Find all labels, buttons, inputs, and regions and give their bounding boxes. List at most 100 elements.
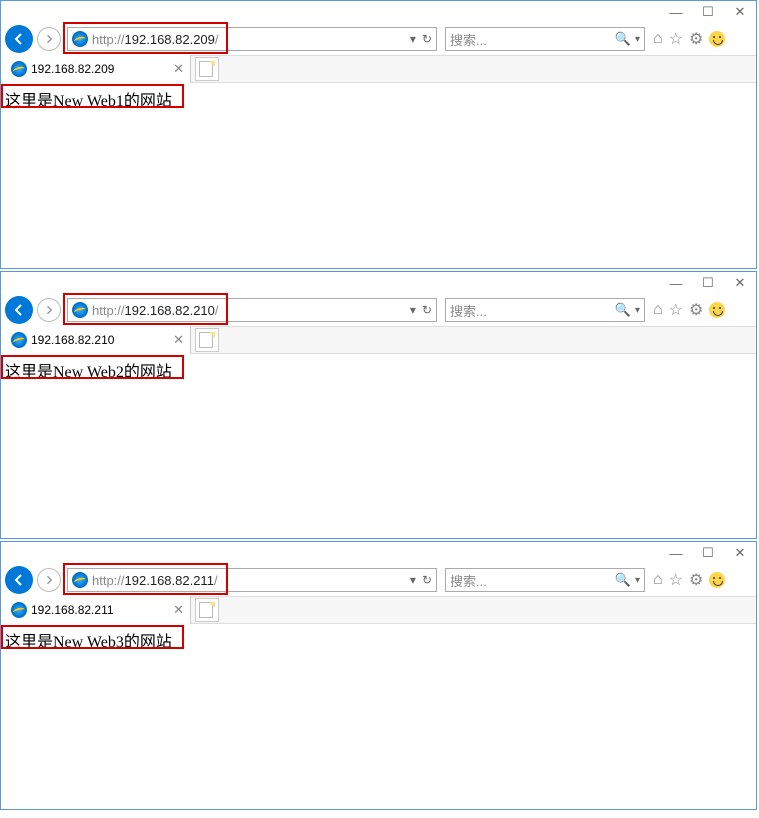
search-box[interactable]: 搜索... 🔍▾ bbox=[445, 568, 645, 592]
url-tools: ▾ ↻ bbox=[410, 303, 436, 317]
ie-icon bbox=[11, 602, 27, 618]
minimize-button[interactable]: — bbox=[660, 272, 692, 294]
maximize-button[interactable]: ☐ bbox=[692, 1, 724, 23]
favorites-icon[interactable]: ☆ bbox=[669, 29, 683, 49]
tab-close-icon[interactable]: ✕ bbox=[173, 602, 184, 618]
tab-title: 192.168.82.210 bbox=[31, 333, 114, 347]
arrow-right-icon bbox=[43, 574, 55, 586]
tab-row: 192.168.82.210 ✕ bbox=[1, 326, 756, 354]
smiley-icon[interactable] bbox=[709, 31, 725, 47]
browser-window: — ☐ ✕ http://192.168.82.209/ ▾ ↻ 搜索... 🔍… bbox=[0, 0, 757, 269]
refresh-icon[interactable]: ↻ bbox=[422, 573, 432, 587]
new-tab-button[interactable] bbox=[195, 328, 219, 352]
dropdown-icon[interactable]: ▾ bbox=[410, 573, 416, 587]
forward-button[interactable] bbox=[37, 27, 61, 51]
gear-icon[interactable]: ⚙ bbox=[689, 300, 703, 320]
arrow-right-icon bbox=[43, 304, 55, 316]
gear-icon[interactable]: ⚙ bbox=[689, 29, 703, 49]
minimize-button[interactable]: — bbox=[660, 542, 692, 564]
page-body: 这里是New Web3的网站 bbox=[1, 624, 756, 809]
search-icon[interactable]: 🔍 bbox=[615, 572, 631, 588]
arrow-right-icon bbox=[43, 33, 55, 45]
close-button[interactable]: ✕ bbox=[724, 542, 756, 564]
tab-title: 192.168.82.211 bbox=[31, 603, 114, 617]
forward-button[interactable] bbox=[37, 298, 61, 322]
ie-icon bbox=[72, 572, 88, 588]
arrow-left-icon bbox=[11, 31, 27, 47]
browser-tab[interactable]: 192.168.82.211 ✕ bbox=[1, 596, 191, 624]
address-row: http://192.168.82.210/ ▾ ↻ 搜索... 🔍▾ ⌂ ☆ … bbox=[1, 294, 756, 326]
browser-window: — ☐ ✕ http://192.168.82.211/ ▾ ↻ 搜索... 🔍… bbox=[0, 541, 757, 810]
browser-tab[interactable]: 192.168.82.209 ✕ bbox=[1, 55, 191, 83]
url-text: http://192.168.82.210/ bbox=[92, 303, 410, 318]
smiley-icon[interactable] bbox=[709, 302, 725, 318]
address-bar[interactable]: http://192.168.82.210/ ▾ ↻ bbox=[67, 298, 437, 322]
browser-tab[interactable]: 192.168.82.210 ✕ bbox=[1, 326, 191, 354]
minimize-button[interactable]: — bbox=[660, 1, 692, 23]
favorites-icon[interactable]: ☆ bbox=[669, 570, 683, 590]
address-row: http://192.168.82.209/ ▾ ↻ 搜索... 🔍▾ ⌂ ☆ … bbox=[1, 23, 756, 55]
ie-icon bbox=[72, 302, 88, 318]
ie-icon bbox=[11, 61, 27, 77]
home-icon[interactable]: ⌂ bbox=[653, 30, 663, 48]
search-tools: 🔍▾ bbox=[615, 572, 640, 588]
ie-icon bbox=[72, 31, 88, 47]
page-content-text: 这里是New Web2的网站 bbox=[5, 358, 172, 382]
page-body: 这里是New Web2的网站 bbox=[1, 354, 756, 538]
new-tab-button[interactable] bbox=[195, 598, 219, 622]
url-tools: ▾ ↻ bbox=[410, 32, 436, 46]
close-button[interactable]: ✕ bbox=[724, 1, 756, 23]
search-tools: 🔍▾ bbox=[615, 302, 640, 318]
search-placeholder: 搜索... bbox=[450, 30, 487, 49]
search-dropdown-icon[interactable]: ▾ bbox=[635, 305, 640, 316]
address-bar[interactable]: http://192.168.82.209/ ▾ ↻ bbox=[67, 27, 437, 51]
forward-button[interactable] bbox=[37, 568, 61, 592]
toolbar-icons: ⌂ ☆ ⚙ bbox=[653, 300, 725, 320]
window-controls: — ☐ ✕ bbox=[660, 1, 756, 23]
gear-icon[interactable]: ⚙ bbox=[689, 570, 703, 590]
back-button[interactable] bbox=[5, 566, 33, 594]
toolbar-icons: ⌂ ☆ ⚙ bbox=[653, 570, 725, 590]
search-placeholder: 搜索... bbox=[450, 571, 487, 590]
refresh-icon[interactable]: ↻ bbox=[422, 303, 432, 317]
search-tools: 🔍▾ bbox=[615, 31, 640, 47]
refresh-icon[interactable]: ↻ bbox=[422, 32, 432, 46]
ie-icon bbox=[11, 332, 27, 348]
favorites-icon[interactable]: ☆ bbox=[669, 300, 683, 320]
search-box[interactable]: 搜索... 🔍▾ bbox=[445, 27, 645, 51]
close-button[interactable]: ✕ bbox=[724, 272, 756, 294]
smiley-icon[interactable] bbox=[709, 572, 725, 588]
toolbar-icons: ⌂ ☆ ⚙ bbox=[653, 29, 725, 49]
search-icon[interactable]: 🔍 bbox=[615, 302, 631, 318]
dropdown-icon[interactable]: ▾ bbox=[410, 303, 416, 317]
arrow-left-icon bbox=[11, 302, 27, 318]
search-dropdown-icon[interactable]: ▾ bbox=[635, 34, 640, 45]
page-content-text: 这里是New Web3的网站 bbox=[5, 628, 172, 652]
maximize-button[interactable]: ☐ bbox=[692, 542, 724, 564]
tab-title: 192.168.82.209 bbox=[31, 62, 114, 76]
tab-close-icon[interactable]: ✕ bbox=[173, 61, 184, 77]
tab-close-icon[interactable]: ✕ bbox=[173, 332, 184, 348]
search-placeholder: 搜索... bbox=[450, 301, 487, 320]
dropdown-icon[interactable]: ▾ bbox=[410, 32, 416, 46]
maximize-button[interactable]: ☐ bbox=[692, 272, 724, 294]
window-controls: — ☐ ✕ bbox=[660, 272, 756, 294]
home-icon[interactable]: ⌂ bbox=[653, 571, 663, 589]
window-controls: — ☐ ✕ bbox=[660, 542, 756, 564]
search-icon[interactable]: 🔍 bbox=[615, 31, 631, 47]
tab-row: 192.168.82.209 ✕ bbox=[1, 55, 756, 83]
tab-row: 192.168.82.211 ✕ bbox=[1, 596, 756, 624]
home-icon[interactable]: ⌂ bbox=[653, 301, 663, 319]
page-content-text: 这里是New Web1的网站 bbox=[5, 87, 172, 111]
url-text: http://192.168.82.209/ bbox=[92, 32, 410, 47]
url-tools: ▾ ↻ bbox=[410, 573, 436, 587]
search-box[interactable]: 搜索... 🔍▾ bbox=[445, 298, 645, 322]
back-button[interactable] bbox=[5, 25, 33, 53]
address-row: http://192.168.82.211/ ▾ ↻ 搜索... 🔍▾ ⌂ ☆ … bbox=[1, 564, 756, 596]
back-button[interactable] bbox=[5, 296, 33, 324]
address-bar[interactable]: http://192.168.82.211/ ▾ ↻ bbox=[67, 568, 437, 592]
search-dropdown-icon[interactable]: ▾ bbox=[635, 575, 640, 586]
new-tab-button[interactable] bbox=[195, 57, 219, 81]
browser-window: — ☐ ✕ http://192.168.82.210/ ▾ ↻ 搜索... 🔍… bbox=[0, 271, 757, 539]
arrow-left-icon bbox=[11, 572, 27, 588]
